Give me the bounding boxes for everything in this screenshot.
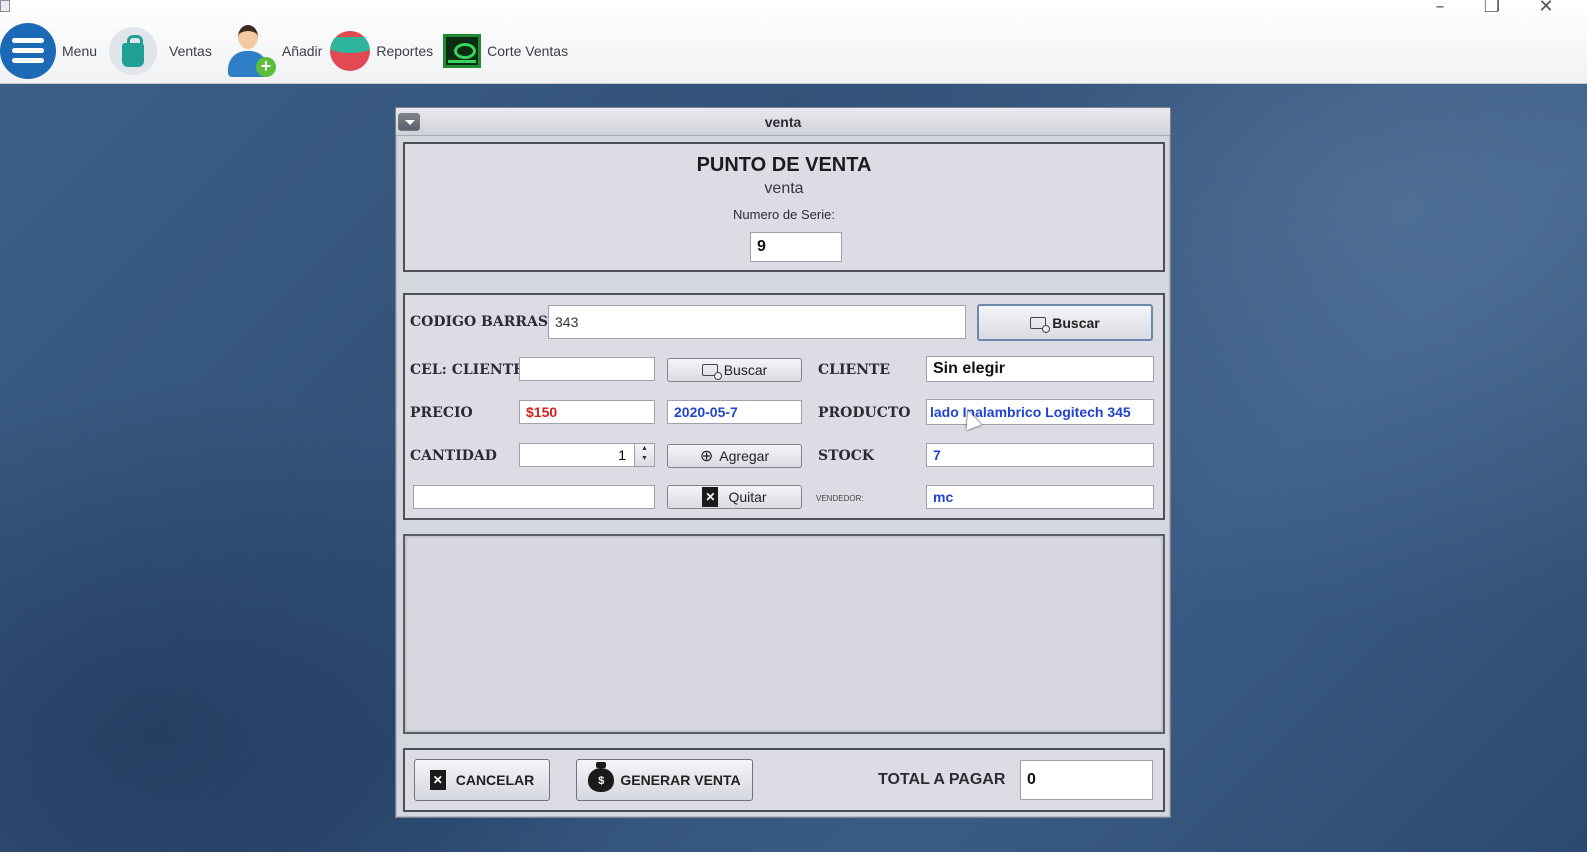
- delete-icon: ✕: [429, 770, 446, 790]
- toolbar-corte-ventas-label: Corte Ventas: [487, 43, 569, 59]
- toolbar-anadir-button[interactable]: + Añadir: [224, 21, 322, 81]
- cel-cliente-input[interactable]: [519, 357, 655, 381]
- shopping-bag-icon: [109, 27, 158, 75]
- buscar-producto-button[interactable]: Buscar: [977, 304, 1153, 341]
- add-circle-icon: ⊕: [699, 448, 714, 465]
- search-document-icon: [701, 364, 722, 380]
- buscar-cliente-button[interactable]: Buscar: [667, 358, 802, 382]
- venta-internal-frame: venta PUNTO DE VENTA venta Numero de Ser…: [395, 107, 1171, 818]
- main-toolbar: Menu Ventas + Añadir Reportes Corte Vent…: [0, 20, 576, 82]
- vendedor-label: VENDEDOR:: [816, 494, 864, 503]
- sale-form-panel: CODIGO BARRAS 343 Buscar CEL: CLIENTE Bu…: [403, 293, 1165, 520]
- toolbar-anadir-label: Añadir: [281, 43, 323, 59]
- buscar-producto-label: Buscar: [1052, 314, 1100, 331]
- search-document-icon: [1030, 316, 1051, 333]
- producto-field[interactable]: lado Inalambrico Logitech 345: [926, 399, 1154, 425]
- cantidad-value: 1: [618, 447, 626, 463]
- buscar-cliente-label: Buscar: [723, 362, 768, 378]
- app-icon: [0, 0, 10, 12]
- precio-label: PRECIO: [410, 405, 473, 421]
- money-bag-icon: $: [588, 762, 615, 792]
- app-title-bar: – ❐ ✕ Menu Ventas + Añadir Reportes Cort…: [0, 0, 1587, 84]
- cel-cliente-label: CEL: CLIENTE: [410, 362, 524, 378]
- toolbar-corte-ventas-button[interactable]: Corte Ventas: [443, 21, 568, 81]
- report-icon: [330, 31, 371, 71]
- agregar-label: Agregar: [719, 448, 770, 464]
- cliente-field[interactable]: Sin elegir: [926, 356, 1154, 382]
- extra-input[interactable]: [413, 485, 655, 509]
- toolbar-menu-button[interactable]: Menu: [0, 21, 97, 81]
- serie-number-field[interactable]: 9: [750, 232, 842, 262]
- add-user-icon: +: [224, 23, 276, 79]
- serie-label: Numero de Serie:: [733, 207, 835, 222]
- menu-icon: [0, 23, 56, 79]
- cancelar-button[interactable]: ✕ CANCELAR: [414, 759, 550, 801]
- toolbar-ventas-label: Ventas: [169, 43, 212, 59]
- close-button[interactable]: ✕: [1531, 0, 1561, 17]
- header-panel: PUNTO DE VENTA venta Numero de Serie: 9: [403, 142, 1165, 272]
- minimize-button[interactable]: –: [1425, 0, 1455, 17]
- sale-items-table[interactable]: [403, 534, 1165, 734]
- delete-icon: ✕: [702, 487, 719, 507]
- page-subtitle: venta: [764, 180, 804, 197]
- generar-venta-label: GENERAR VENTA: [620, 772, 741, 788]
- fecha-field[interactable]: 2020-05-7: [667, 400, 802, 424]
- toolbar-reportes-label: Reportes: [376, 43, 434, 59]
- total-field[interactable]: 0: [1020, 760, 1153, 800]
- codigo-barras-label: CODIGO BARRAS: [410, 314, 548, 330]
- spinner-arrows[interactable]: ▲ ▼: [634, 444, 654, 466]
- precio-field[interactable]: $150: [519, 400, 655, 424]
- total-label: TOTAL A PAGAR: [878, 771, 1006, 788]
- stock-label: STOCK: [818, 448, 875, 464]
- footer-panel: ✕ CANCELAR $ GENERAR VENTA TOTAL A PAGAR…: [403, 748, 1165, 812]
- toolbar-menu-label: Menu: [62, 43, 98, 59]
- page-title: PUNTO DE VENTA: [696, 154, 872, 176]
- frame-title: venta: [764, 114, 802, 130]
- cantidad-label: CANTIDAD: [410, 448, 497, 464]
- producto-label: PRODUCTO: [818, 405, 911, 421]
- cantidad-spinner[interactable]: 1 ▲ ▼: [519, 443, 655, 467]
- cancelar-label: CANCELAR: [455, 772, 535, 788]
- quitar-label: Quitar: [728, 489, 767, 505]
- restore-button[interactable]: ❐: [1477, 0, 1507, 17]
- generar-venta-button[interactable]: $ GENERAR VENTA: [576, 759, 753, 801]
- cash-register-icon: [443, 34, 482, 68]
- cliente-label: CLIENTE: [818, 362, 891, 378]
- agregar-button[interactable]: ⊕ Agregar: [667, 444, 802, 468]
- stock-field[interactable]: 7: [926, 443, 1154, 467]
- vendedor-field[interactable]: mc: [926, 485, 1154, 509]
- toolbar-reportes-button[interactable]: Reportes: [330, 21, 433, 81]
- frame-menu-dropdown-icon[interactable]: [398, 113, 420, 131]
- codigo-barras-input[interactable]: 343: [548, 305, 966, 339]
- toolbar-ventas-button[interactable]: Ventas: [109, 21, 212, 81]
- quitar-button[interactable]: ✕ Quitar: [667, 485, 802, 509]
- frame-title-bar: venta: [396, 108, 1170, 136]
